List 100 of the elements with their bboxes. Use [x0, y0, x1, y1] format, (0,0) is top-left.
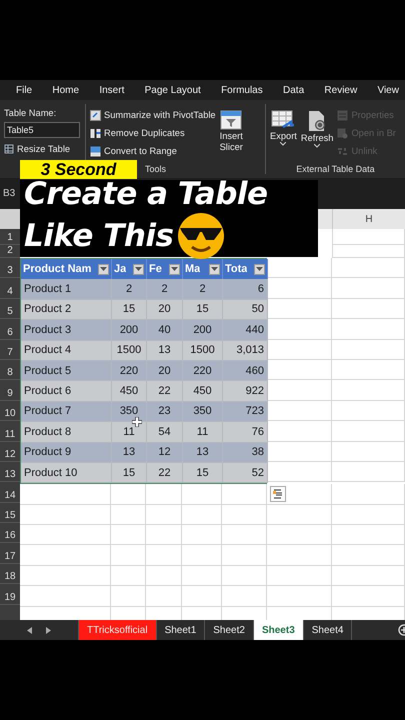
- tools-menu-item[interactable]: Remove Duplicates: [90, 126, 216, 140]
- worksheet-cell[interactable]: [332, 258, 405, 278]
- worksheet-cell[interactable]: [267, 504, 332, 526]
- worksheet-cell[interactable]: [267, 400, 332, 422]
- filter-button[interactable]: [133, 264, 144, 275]
- row-number[interactable]: 6: [0, 319, 20, 340]
- worksheet-cell[interactable]: [222, 545, 267, 566]
- worksheet-cell[interactable]: [332, 586, 405, 607]
- row-number[interactable]: 3: [0, 258, 20, 278]
- worksheet-cell[interactable]: [111, 525, 146, 546]
- worksheet-cell[interactable]: [182, 566, 222, 586]
- resize-table-button[interactable]: Resize Table: [4, 142, 81, 156]
- menu-tab[interactable]: Home: [52, 84, 80, 96]
- row-number[interactable]: 18: [0, 564, 20, 584]
- worksheet-cell[interactable]: [267, 586, 332, 607]
- worksheet-cell[interactable]: [20, 484, 111, 505]
- worksheet-cell[interactable]: [146, 504, 182, 526]
- worksheet-cell[interactable]: [267, 340, 332, 360]
- worksheet-cell[interactable]: [332, 504, 405, 526]
- worksheet-cell[interactable]: [267, 462, 332, 482]
- name-box[interactable]: B3: [0, 188, 16, 199]
- row-number[interactable]: 11: [0, 421, 20, 442]
- filter-button[interactable]: [169, 264, 180, 275]
- worksheet-cell[interactable]: [332, 442, 405, 462]
- worksheet-cell[interactable]: [332, 566, 405, 586]
- worksheet-cell[interactable]: [182, 586, 222, 607]
- menu-tab[interactable]: File: [16, 84, 32, 96]
- filter-button[interactable]: [209, 264, 220, 275]
- worksheet-cell[interactable]: [332, 421, 405, 442]
- row-number[interactable]: 17: [0, 543, 20, 564]
- worksheet-cell[interactable]: [146, 586, 182, 607]
- quick-analysis-button[interactable]: [270, 486, 286, 502]
- worksheet-cell[interactable]: [222, 586, 267, 607]
- row-number[interactable]: 19: [0, 584, 20, 605]
- worksheet-cell[interactable]: [182, 484, 222, 505]
- menu-tab[interactable]: Formulas: [221, 84, 263, 96]
- worksheet-cell[interactable]: [146, 545, 182, 566]
- worksheet-cell[interactable]: [332, 462, 405, 482]
- worksheet-cell[interactable]: [146, 484, 182, 505]
- worksheet-cell[interactable]: [267, 421, 332, 442]
- filter-button[interactable]: [98, 264, 109, 275]
- worksheet-cell[interactable]: [267, 258, 332, 278]
- worksheet-cell[interactable]: [267, 442, 332, 462]
- worksheet-cell[interactable]: [267, 525, 332, 546]
- filter-button[interactable]: [254, 264, 265, 275]
- worksheet-cell[interactable]: [332, 319, 405, 340]
- refresh-button[interactable]: Refresh: [300, 104, 334, 164]
- export-button[interactable]: Export: [270, 104, 297, 164]
- worksheet-cell[interactable]: [222, 566, 267, 586]
- worksheet-cell[interactable]: [332, 229, 405, 245]
- worksheet-cell[interactable]: [332, 360, 405, 380]
- worksheet-cell[interactable]: [222, 525, 267, 546]
- row-number[interactable]: 12: [0, 442, 20, 462]
- worksheet-cell[interactable]: [111, 586, 146, 607]
- menu-tab[interactable]: Data: [283, 84, 304, 96]
- worksheet-cell[interactable]: [267, 545, 332, 566]
- row-number[interactable]: 5: [0, 298, 20, 320]
- row-number[interactable]: 10: [0, 400, 20, 422]
- worksheet-cell[interactable]: [267, 278, 332, 299]
- column-header[interactable]: H: [332, 209, 405, 229]
- row-number[interactable]: 9: [0, 380, 20, 401]
- row-number[interactable]: 8: [0, 360, 20, 380]
- worksheet-cell[interactable]: [332, 340, 405, 360]
- menu-tab[interactable]: Insert: [99, 84, 124, 96]
- row-number[interactable]: 16: [0, 523, 20, 544]
- scroll-right-icon[interactable]: [46, 626, 51, 634]
- worksheet-cell[interactable]: [332, 400, 405, 422]
- worksheet-cell[interactable]: [267, 360, 332, 380]
- worksheet-cell[interactable]: [332, 278, 405, 299]
- table-name-field[interactable]: Table5: [4, 122, 80, 138]
- worksheet-cell[interactable]: [182, 504, 222, 526]
- row-number[interactable]: 4: [0, 278, 20, 299]
- worksheet-cell[interactable]: [332, 298, 405, 320]
- worksheet-cell[interactable]: [111, 504, 146, 526]
- scroll-left-icon[interactable]: [27, 626, 32, 634]
- menu-tab[interactable]: Review: [324, 84, 358, 96]
- worksheet-cell[interactable]: [111, 545, 146, 566]
- worksheet-cell[interactable]: [20, 525, 111, 546]
- worksheet-cell[interactable]: [332, 525, 405, 546]
- insert-slicer-button[interactable]: Insert Slicer: [220, 104, 243, 164]
- row-number[interactable]: 13: [0, 462, 20, 482]
- worksheet-cell[interactable]: [20, 566, 111, 586]
- worksheet-cell[interactable]: [20, 504, 111, 526]
- row-number[interactable]: 15: [0, 502, 20, 524]
- worksheet-cell[interactable]: [267, 380, 332, 401]
- worksheet-cell[interactable]: [332, 545, 405, 566]
- tools-menu-item[interactable]: Convert to Range: [90, 144, 216, 158]
- worksheet-cell[interactable]: [111, 566, 146, 586]
- worksheet-cell[interactable]: [332, 484, 405, 505]
- select-all-corner[interactable]: [0, 209, 20, 229]
- tools-menu-item[interactable]: Summarize with PivotTable: [90, 108, 216, 122]
- worksheet-cell[interactable]: [267, 298, 332, 320]
- worksheet-cell[interactable]: [222, 504, 267, 526]
- worksheet-cell[interactable]: [146, 566, 182, 586]
- worksheet-cell[interactable]: [20, 545, 111, 566]
- worksheet-cell[interactable]: [20, 586, 111, 607]
- worksheet-cell[interactable]: [182, 525, 222, 546]
- menu-tab[interactable]: Page Layout: [144, 84, 201, 96]
- worksheet-cell[interactable]: [182, 545, 222, 566]
- row-number[interactable]: 7: [0, 340, 20, 360]
